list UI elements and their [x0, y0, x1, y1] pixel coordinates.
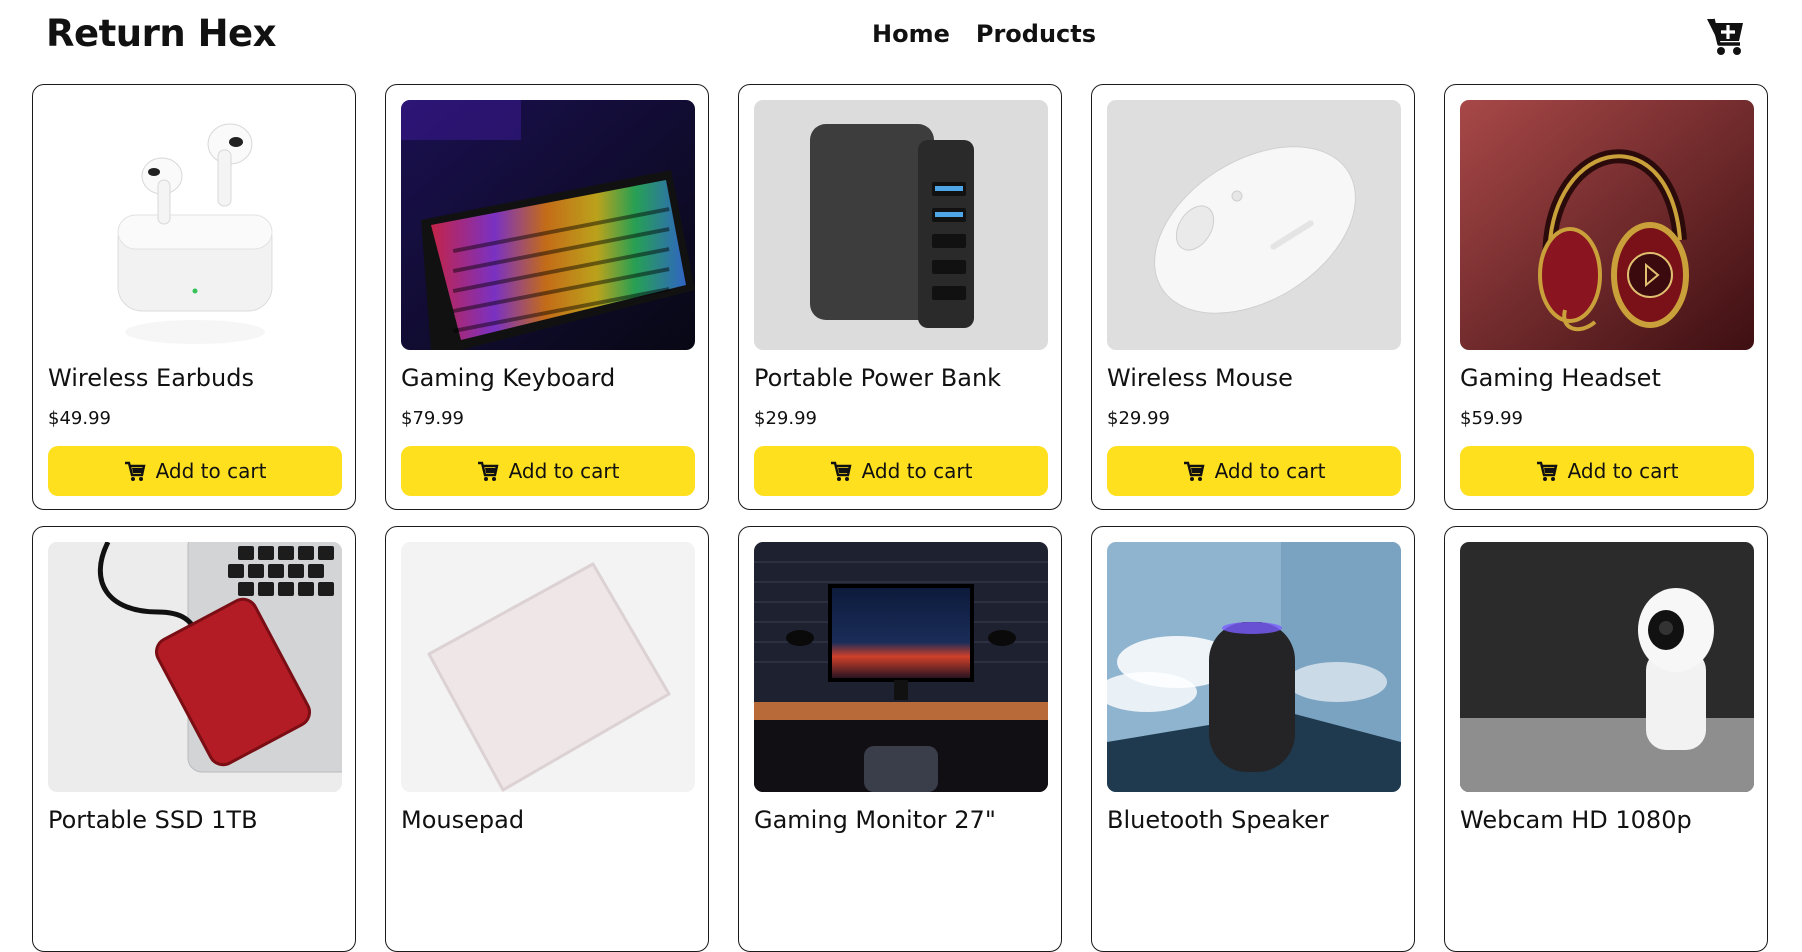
product-image[interactable] — [1107, 100, 1401, 350]
product-card: Portable Power Bank $29.99 Add to cart — [738, 84, 1062, 510]
product-price — [1107, 850, 1399, 874]
brand-logo-text[interactable]: Return Hex — [46, 12, 277, 55]
add-to-cart-button[interactable]: Add to cart — [48, 446, 342, 496]
product-card: Gaming Headset $59.99 Add to cart — [1444, 84, 1768, 510]
product-price — [401, 850, 693, 874]
product-price: $49.99 — [48, 408, 111, 429]
product-card: Gaming Monitor 27" — [738, 526, 1062, 952]
add-to-cart-label: Add to cart — [861, 459, 973, 483]
cart-icon — [124, 461, 146, 481]
product-card: Wireless Mouse $29.99 Add to cart — [1091, 84, 1415, 510]
header: Return Hex Home Products — [0, 0, 1802, 84]
product-name[interactable]: Portable SSD 1TB — [48, 806, 340, 838]
nav-home-link[interactable]: Home — [872, 20, 950, 48]
main-nav: Home Products — [872, 20, 1096, 48]
cart-icon — [830, 461, 852, 481]
add-to-cart-button[interactable]: Add to cart — [1107, 446, 1401, 496]
add-to-cart-label: Add to cart — [1214, 459, 1326, 483]
product-card: Wireless Earbuds $49.99 Add to cart — [32, 84, 356, 510]
product-price: $59.99 — [1460, 408, 1523, 429]
cart-plus-icon — [1707, 18, 1743, 55]
product-card: Portable SSD 1TB — [32, 526, 356, 952]
add-to-cart-label: Add to cart — [1567, 459, 1679, 483]
product-price: $29.99 — [1107, 408, 1170, 429]
product-image[interactable] — [48, 542, 342, 792]
add-to-cart-button[interactable]: Add to cart — [754, 446, 1048, 496]
product-name[interactable]: Mousepad — [401, 806, 693, 838]
product-card: Gaming Keyboard $79.99 Add to cart — [385, 84, 709, 510]
product-grid: Wireless Earbuds $49.99 Add to cart Gami… — [32, 84, 1770, 952]
product-name[interactable]: Gaming Headset — [1460, 364, 1752, 396]
product-price: $79.99 — [401, 408, 464, 429]
product-price — [1460, 850, 1752, 874]
product-image[interactable] — [1460, 100, 1754, 350]
add-to-cart-button[interactable]: Add to cart — [401, 446, 695, 496]
product-name[interactable]: Webcam HD 1080p — [1460, 806, 1752, 838]
add-to-cart-label: Add to cart — [155, 459, 267, 483]
product-name[interactable]: Wireless Mouse — [1107, 364, 1399, 396]
add-to-cart-button[interactable]: Add to cart — [1460, 446, 1754, 496]
add-to-cart-label: Add to cart — [508, 459, 620, 483]
product-image[interactable] — [48, 100, 342, 350]
product-name[interactable]: Bluetooth Speaker — [1107, 806, 1399, 838]
product-card: Webcam HD 1080p — [1444, 526, 1768, 952]
product-card: Bluetooth Speaker — [1091, 526, 1415, 952]
product-name[interactable]: Wireless Earbuds — [48, 364, 340, 396]
product-price: $29.99 — [754, 408, 817, 429]
cart-button[interactable] — [1706, 14, 1746, 58]
product-name[interactable]: Portable Power Bank — [754, 364, 1046, 396]
product-image[interactable] — [1107, 542, 1401, 792]
product-image[interactable] — [1460, 542, 1754, 792]
product-card: Mousepad — [385, 526, 709, 952]
product-name[interactable]: Gaming Keyboard — [401, 364, 693, 396]
cart-icon — [1183, 461, 1205, 481]
product-price — [48, 850, 340, 874]
product-image[interactable] — [401, 542, 695, 792]
product-name[interactable]: Gaming Monitor 27" — [754, 806, 1046, 838]
nav-products-link[interactable]: Products — [976, 20, 1096, 48]
product-price — [754, 850, 1046, 874]
product-image[interactable] — [401, 100, 695, 350]
product-image[interactable] — [754, 100, 1048, 350]
cart-icon — [477, 461, 499, 481]
product-image[interactable] — [754, 542, 1048, 792]
cart-icon — [1536, 461, 1558, 481]
